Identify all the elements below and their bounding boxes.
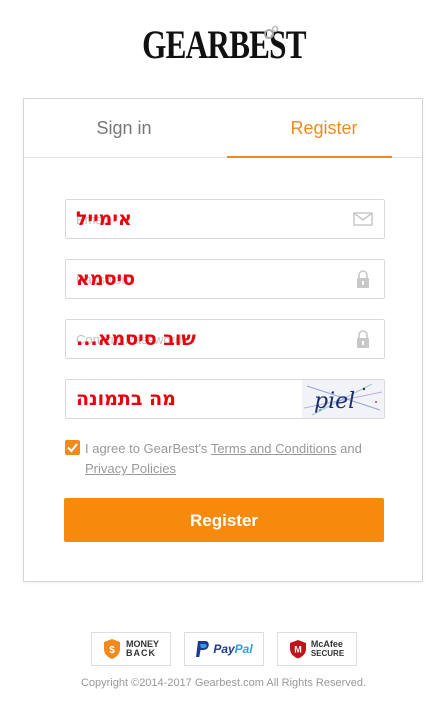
email-field: אימייל <box>65 199 385 239</box>
captcha-field: מה בתמונה piel <box>65 379 385 419</box>
password-field: סיסמא <box>65 259 385 299</box>
money-back-badge: $ MONEY BACK <box>90 632 171 666</box>
captcha-text: piel <box>314 389 355 414</box>
mcafee-line1: McAfee <box>310 639 343 649</box>
paypal-icon <box>196 641 210 657</box>
agree-and: and <box>336 441 362 456</box>
agree-checkbox[interactable] <box>65 440 80 455</box>
terms-link[interactable]: Terms and Conditions <box>211 441 337 456</box>
mcafee-line2: SECURE <box>310 649 345 658</box>
envelope-icon <box>353 212 373 226</box>
privacy-link[interactable]: Privacy Policies <box>85 461 176 476</box>
svg-text:M: M <box>294 645 302 655</box>
captcha-image[interactable]: piel <box>302 380 384 418</box>
tab-register[interactable]: Register <box>224 99 424 157</box>
gear-icon <box>264 25 279 39</box>
auth-tabs: Sign in Register <box>24 99 422 158</box>
gearbest-logo[interactable]: GEARBEST <box>0 20 447 70</box>
register-button[interactable]: Register <box>64 498 384 542</box>
lock-icon <box>357 330 369 348</box>
money-back-line2: BACK <box>125 648 156 658</box>
password-input[interactable] <box>66 260 346 298</box>
tab-sign-in[interactable]: Sign in <box>24 99 224 157</box>
mcafee-shield-icon: M <box>289 640 306 659</box>
copyright-text: Copyright ©2014-2017 Gearbest.com All Ri… <box>80 677 367 689</box>
checkmark-icon <box>67 443 78 453</box>
shield-dollar-icon: $ <box>103 639 120 659</box>
email-input[interactable] <box>66 200 346 238</box>
active-tab-indicator <box>227 156 392 158</box>
paypal-badge: PayPal <box>183 632 264 666</box>
confirm-password-input[interactable] <box>66 320 346 358</box>
confirm-password-field: שוב סיסמא... <box>65 319 385 359</box>
paypal-text-pal: Pal <box>234 642 253 656</box>
trust-badges: $ MONEY BACK PayPal M McAfee SECURE <box>0 632 447 666</box>
logo-text: GEARBEST <box>141 22 306 67</box>
auth-card: Sign in Register אימייל סיסמא שוב סיסמא.… <box>23 98 423 582</box>
paypal-text-pay: Pay <box>213 642 235 656</box>
terms-agreement: I agree to GearBest's Terms and Conditio… <box>65 439 385 479</box>
svg-text:$: $ <box>109 645 115 656</box>
lock-icon <box>357 270 369 288</box>
mcafee-badge: M McAfee SECURE <box>276 632 357 666</box>
agree-prefix: I agree to GearBest's <box>85 441 211 456</box>
